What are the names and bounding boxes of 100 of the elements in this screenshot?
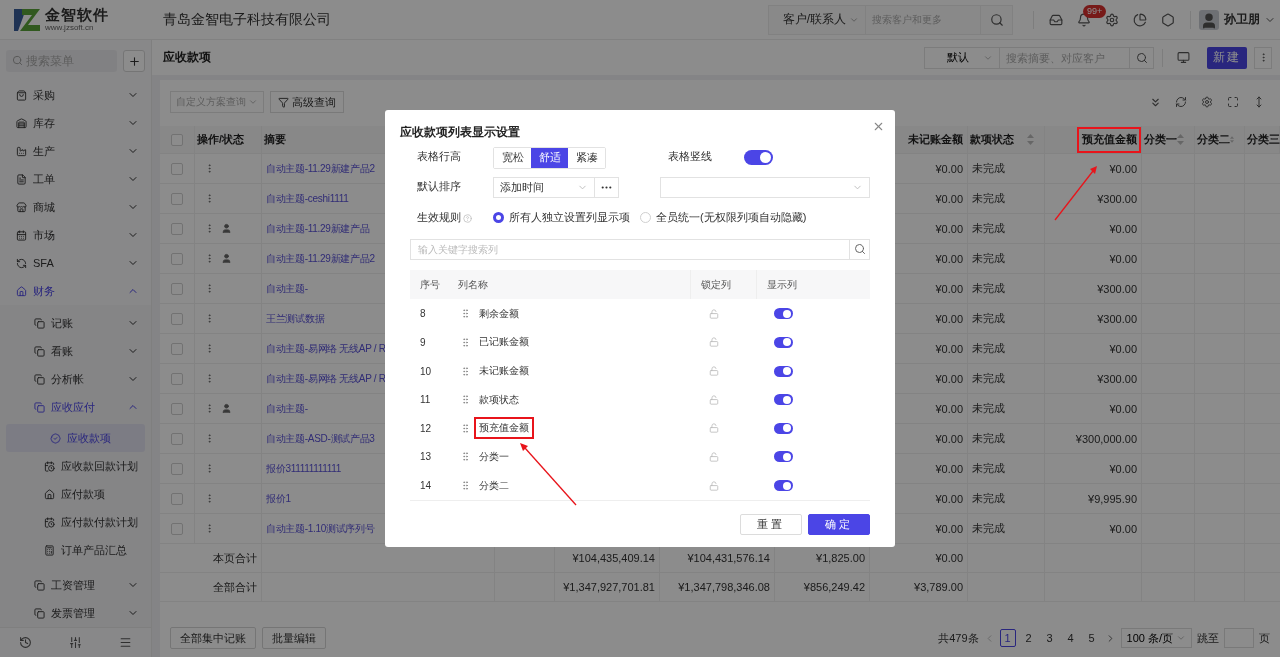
inbox-icon[interactable] bbox=[1049, 12, 1063, 27]
toggle-switch[interactable] bbox=[774, 422, 793, 434]
fullscreen-icon[interactable] bbox=[1227, 96, 1239, 108]
row-checkbox[interactable] bbox=[171, 402, 183, 415]
drag-handle-icon[interactable] bbox=[460, 365, 471, 377]
menu-item[interactable]: 应收款项 bbox=[6, 424, 145, 452]
sort-icon[interactable] bbox=[1177, 134, 1184, 145]
summary-link[interactable]: 自动主题-11.29新建产品 bbox=[266, 221, 370, 236]
menu-item[interactable]: 库存 bbox=[0, 109, 151, 137]
summary-link[interactable]: 自动主题- bbox=[266, 401, 308, 416]
view-select[interactable]: 默认 bbox=[924, 46, 1000, 69]
menu-item[interactable]: 看账 bbox=[0, 337, 151, 365]
menu-item[interactable]: 商城 bbox=[0, 193, 151, 221]
new-button[interactable]: 新建 bbox=[1207, 46, 1247, 69]
pie-chart-icon[interactable] bbox=[1133, 12, 1147, 27]
select-all-checkbox[interactable] bbox=[171, 133, 183, 146]
drag-handle-icon[interactable] bbox=[460, 336, 471, 348]
row-checkbox[interactable] bbox=[171, 192, 183, 205]
row-checkbox[interactable] bbox=[171, 372, 183, 385]
menu-item[interactable]: 发票管理 bbox=[0, 599, 151, 627]
menu-item[interactable]: 分析帐 bbox=[0, 365, 151, 393]
more-options-button[interactable] bbox=[595, 176, 619, 198]
menu-item[interactable]: 市场 bbox=[0, 221, 151, 249]
row-height-option[interactable]: 舒适 bbox=[531, 147, 568, 168]
drag-handle-icon[interactable] bbox=[460, 394, 471, 406]
row-checkbox[interactable] bbox=[171, 432, 183, 445]
menu-item[interactable]: 财务 bbox=[0, 277, 151, 305]
lock-icon[interactable] bbox=[709, 366, 719, 376]
summary-link[interactable]: 报价311111111111 bbox=[266, 461, 342, 476]
row-checkbox[interactable] bbox=[171, 162, 183, 175]
footer-button[interactable]: 批量编辑 bbox=[262, 627, 326, 649]
more-button[interactable] bbox=[1254, 46, 1272, 69]
summary-link[interactable]: 自动主题-11.29新建产品2 bbox=[266, 251, 375, 266]
summary-link[interactable]: 报价1 bbox=[266, 491, 291, 506]
toggle-switch[interactable] bbox=[774, 336, 793, 348]
toggle-switch[interactable] bbox=[744, 150, 773, 166]
lock-icon[interactable] bbox=[709, 308, 719, 319]
monitor-icon[interactable] bbox=[1176, 51, 1190, 64]
rule-radio[interactable]: 全员统一(无权限列项自动隐藏) bbox=[640, 209, 807, 225]
menu-item[interactable]: 工资管理 bbox=[0, 571, 151, 599]
toggle-switch[interactable] bbox=[774, 394, 793, 406]
summary-link[interactable]: 自动主题-11.29新建产品2 bbox=[266, 161, 375, 176]
search-button[interactable] bbox=[1130, 46, 1154, 69]
toggle-switch[interactable] bbox=[774, 365, 793, 377]
user-name[interactable]: 孙卫朋 bbox=[1224, 11, 1260, 28]
drag-handle-icon[interactable] bbox=[460, 451, 471, 463]
page-number[interactable]: 1 bbox=[999, 629, 1016, 647]
history-icon[interactable] bbox=[18, 636, 32, 649]
menu-item[interactable]: 采购 bbox=[0, 81, 151, 109]
advanced-query-button[interactable]: 高级查询 bbox=[270, 91, 344, 113]
toggle-switch[interactable] bbox=[774, 480, 793, 492]
summary-link[interactable]: 自动主题- bbox=[266, 281, 308, 296]
sliders-icon[interactable] bbox=[69, 636, 82, 649]
search-button[interactable] bbox=[981, 4, 1013, 35]
summary-link[interactable]: 自动主题-ceshi1111 bbox=[266, 191, 349, 206]
rule-radio[interactable]: 所有人独立设置列显示项 bbox=[493, 209, 630, 225]
menu-item[interactable]: 工单 bbox=[0, 165, 151, 193]
menu-item[interactable]: 记账 bbox=[0, 309, 151, 337]
summary-link[interactable]: 王兰测试数据 bbox=[266, 311, 325, 326]
refresh-icon[interactable] bbox=[1175, 96, 1187, 108]
sort-icon[interactable] bbox=[1027, 134, 1034, 145]
row-checkbox[interactable] bbox=[171, 342, 183, 355]
settings-icon[interactable] bbox=[1105, 12, 1119, 27]
menu-item[interactable]: SFA bbox=[0, 249, 151, 277]
menu-item[interactable]: 生产 bbox=[0, 137, 151, 165]
menu-item[interactable]: 订单产品汇总 bbox=[0, 536, 151, 564]
row-checkbox[interactable] bbox=[171, 252, 183, 265]
lock-icon[interactable] bbox=[709, 452, 719, 462]
menu-icon[interactable] bbox=[119, 636, 133, 649]
summary-link[interactable]: 自动主题-易网络 无线AP / R bbox=[266, 341, 386, 356]
menu-item[interactable]: 应付款项 bbox=[0, 480, 151, 508]
hexagon-icon[interactable] bbox=[1161, 12, 1175, 27]
bell-icon[interactable] bbox=[1077, 12, 1091, 27]
menu-item[interactable]: 应收款回款计划 bbox=[0, 452, 151, 480]
row-checkbox[interactable] bbox=[171, 492, 183, 505]
summary-link[interactable]: 自动主题-易网络 无线AP / R bbox=[266, 371, 386, 386]
sort-select[interactable]: 添加时间 bbox=[493, 176, 595, 198]
summary-link[interactable]: 自动主题-ASD-测试产品3 bbox=[266, 431, 375, 446]
row-checkbox[interactable] bbox=[171, 222, 183, 235]
lock-icon[interactable] bbox=[709, 394, 719, 405]
drag-handle-icon[interactable] bbox=[460, 422, 471, 434]
lock-icon[interactable] bbox=[709, 423, 719, 434]
close-button[interactable] bbox=[872, 120, 885, 133]
drag-handle-icon[interactable] bbox=[460, 308, 471, 320]
lock-icon[interactable] bbox=[709, 480, 719, 491]
drag-handle-icon[interactable] bbox=[460, 480, 471, 492]
toggle-switch[interactable] bbox=[774, 451, 793, 463]
search-button[interactable] bbox=[850, 239, 870, 260]
menu-item[interactable]: 应付款付款计划 bbox=[0, 508, 151, 536]
lock-icon[interactable] bbox=[709, 337, 719, 348]
add-button[interactable] bbox=[123, 50, 145, 72]
settings-icon[interactable] bbox=[1201, 96, 1213, 108]
menu-item[interactable]: 应收应付 bbox=[0, 393, 151, 421]
row-checkbox[interactable] bbox=[171, 282, 183, 295]
scope-select[interactable]: 客户/联系人 bbox=[767, 4, 866, 35]
help-icon[interactable] bbox=[463, 213, 472, 223]
confirm-button[interactable]: 确定 bbox=[808, 514, 870, 535]
footer-button[interactable]: 全部集中记账 bbox=[170, 627, 256, 649]
row-checkbox[interactable] bbox=[171, 312, 183, 325]
column-search-field[interactable]: 输入关键字搜索列 bbox=[410, 239, 850, 260]
